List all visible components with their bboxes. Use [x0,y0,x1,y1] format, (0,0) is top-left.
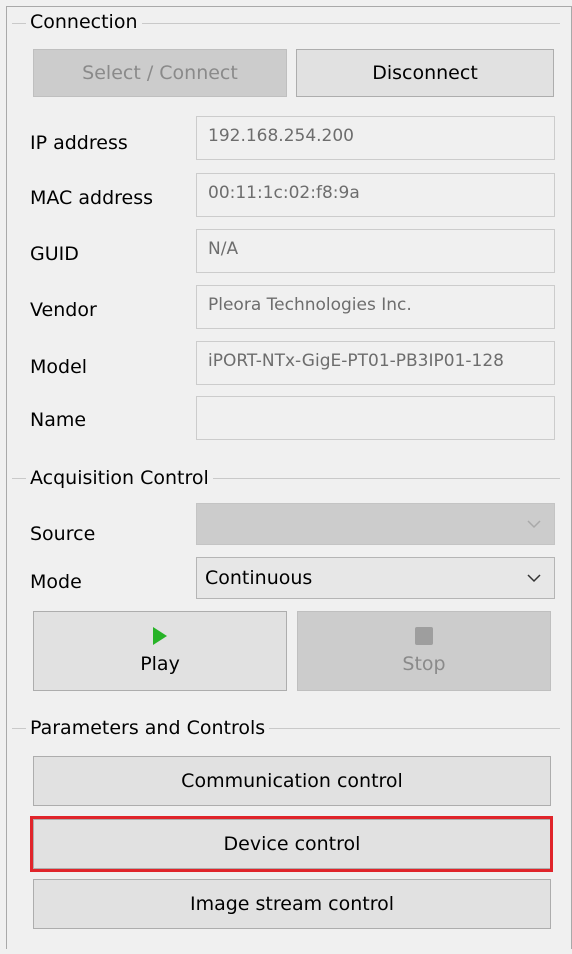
mac-address-label: MAC address [30,187,154,209]
mode-label: Mode [30,571,82,593]
mode-select[interactable]: Continuous [196,557,555,599]
image-stream-control-button[interactable]: Image stream control [33,879,551,929]
parameters-group-title: Parameters and Controls [26,717,270,739]
source-label: Source [30,523,96,545]
vendor-label: Vendor [30,299,97,321]
stop-button[interactable]: Stop [297,611,551,691]
play-button[interactable]: Play [33,611,287,691]
ip-address-label: IP address [30,132,128,154]
name-label: Name [30,409,87,431]
select-connect-button[interactable]: Select / Connect [33,49,287,97]
stop-icon [415,627,433,645]
chevron-down-icon [527,520,541,529]
name-field[interactable] [196,396,555,440]
mac-address-field[interactable]: 00:11:1c:02:f8:9a [196,173,555,217]
highlight-box [30,816,553,872]
stop-label: Stop [402,653,446,675]
model-label: Model [30,356,88,378]
vendor-field[interactable]: Pleora Technologies Inc. [196,285,555,329]
communication-control-button[interactable]: Communication control [33,756,551,806]
acquisition-group-title: Acquisition Control [26,467,213,489]
mode-select-value: Continuous [205,567,313,589]
chevron-down-icon [527,574,541,583]
source-select[interactable] [196,503,555,545]
guid-field[interactable]: N/A [196,229,555,273]
connection-group-title: Connection [26,11,142,33]
play-icon [153,627,167,645]
guid-label: GUID [30,243,79,265]
ip-address-field[interactable]: 192.168.254.200 [196,116,555,160]
play-label: Play [140,653,180,675]
disconnect-button[interactable]: Disconnect [296,49,554,97]
model-field[interactable]: iPORT-NTx-GigE-PT01-PB3IP01-128 [196,341,555,385]
